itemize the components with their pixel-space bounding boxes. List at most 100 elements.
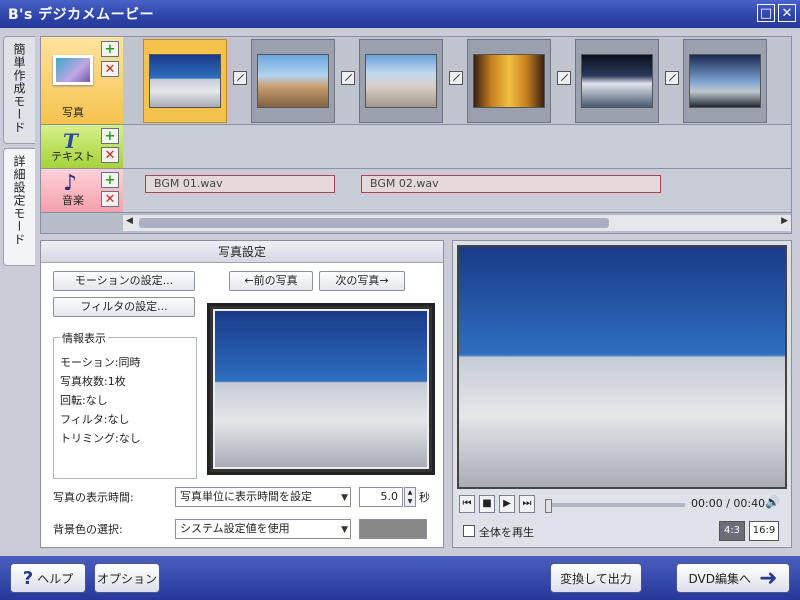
text-track[interactable] [123, 125, 791, 169]
bgm-clip[interactable]: BGM 02.wav [361, 175, 661, 193]
tab-detail-mode-label: 詳細設定モード [12, 155, 26, 246]
info-rotation: 回転:なし [60, 394, 108, 407]
mountain-hiker-image [459, 247, 785, 487]
timeline: 写真 + ✕ T テキスト + ✕ ♪ 音楽 + ✕ BGM 01.wav BG… [40, 36, 792, 234]
help-button[interactable]: ? ヘルプ [10, 563, 86, 593]
window-controls: □ ✕ [757, 4, 796, 22]
photo-thumbnail[interactable] [251, 39, 335, 123]
filter-settings-button[interactable]: フィルタの設定... [53, 297, 195, 317]
window-title: B's デジカメムービー [8, 7, 155, 23]
delete-text-button[interactable]: ✕ [101, 147, 119, 163]
skip-back-icon[interactable]: ⏮ [459, 495, 475, 513]
text-track-label: テキスト [51, 150, 95, 163]
preview-screen [457, 245, 787, 489]
photo-track-label: 写真 [62, 106, 84, 119]
text-track-header: T テキスト + ✕ [41, 125, 123, 169]
tab-simple-mode-label: 簡単作成モード [12, 43, 26, 134]
chevron-down-icon: ▼ [341, 493, 348, 503]
maximize-button[interactable]: □ [757, 4, 775, 22]
tab-detail-mode[interactable]: 詳細設定モード [3, 148, 35, 266]
mountain-hiker-image [149, 54, 221, 108]
title-bar: B's デジカメムービー □ ✕ [0, 0, 800, 28]
bg-color-select[interactable]: システム設定値を使用 ▼ [175, 519, 351, 539]
next-photo-button[interactable]: 次の写真→ [319, 271, 405, 291]
delete-music-button[interactable]: ✕ [101, 191, 119, 207]
help-icon: ? [22, 567, 34, 589]
bg-color-select-value: システム設定値を使用 [180, 522, 290, 535]
info-title: 情報表示 [60, 330, 108, 346]
photo-thumbnail[interactable] [467, 39, 551, 123]
beer-mugs-image [473, 54, 545, 108]
main-frame: 簡単作成モード 詳細設定モード 写真 + ✕ T テキスト + ✕ ♪ 音楽 +… [0, 28, 800, 556]
skip-forward-icon[interactable]: ⏭ [519, 495, 535, 513]
dvd-edit-label: DVD編集へ [688, 571, 752, 586]
dusk-silhouettes-image [689, 54, 761, 108]
bgm-clip[interactable]: BGM 01.wav [145, 175, 335, 193]
convert-output-label: 変換して出力 [560, 571, 632, 586]
transition-icon[interactable] [341, 71, 355, 85]
photo-settings-panel: 写真設定 モーションの設定... フィルタの設定... ←前の写真 次の写真→ … [40, 240, 444, 548]
group-on-summit-image [257, 54, 329, 108]
scroll-right-icon[interactable]: ▶ [781, 216, 788, 226]
chevron-down-icon: ▼ [341, 525, 348, 535]
timeline-scrollbar[interactable]: ◀ ▶ [123, 215, 791, 231]
volume-icon[interactable]: 🔊 [765, 495, 783, 513]
delete-photo-button[interactable]: ✕ [101, 61, 119, 77]
info-filter: フィルタ:なし [60, 413, 130, 426]
photo-thumbnail[interactable] [575, 39, 659, 123]
music-track-header: ♪ 音楽 + ✕ [41, 169, 123, 213]
info-motion: モーション:同時 [60, 356, 141, 369]
display-time-select[interactable]: 写真単位に表示時間を設定 ▼ [175, 487, 351, 507]
preview-player: ⏮ ■ ▶ ⏭ 00:00 / 00:40 🔊 全体を再生 4:3 16:9 [452, 240, 792, 548]
photo-thumbnail[interactable] [359, 39, 443, 123]
photo-thumbnail[interactable] [683, 39, 767, 123]
info-trimming: トリミング:なし [60, 432, 141, 445]
transition-icon[interactable] [557, 71, 571, 85]
ratio-4-3-button[interactable]: 4:3 [719, 521, 745, 541]
seek-bar[interactable] [545, 499, 685, 513]
info-photo-count: 写真枚数:1枚 [60, 375, 126, 388]
music-track: BGM 01.wav BGM 02.wav [123, 169, 791, 213]
options-button[interactable]: オプション [94, 563, 160, 593]
night-mountain-image [581, 54, 653, 108]
playback-time: 00:00 / 00:40 [691, 497, 766, 510]
transition-icon[interactable] [665, 71, 679, 85]
help-button-label: ヘルプ [37, 571, 74, 586]
play-all-checkbox[interactable] [463, 525, 475, 537]
transition-icon[interactable] [233, 71, 247, 85]
add-text-button[interactable]: + [101, 128, 119, 144]
scroll-left-icon[interactable]: ◀ [126, 216, 133, 226]
mountain-hiker-image [213, 309, 429, 469]
bg-color-swatch[interactable] [359, 519, 427, 539]
seconds-unit: 秒 [419, 491, 430, 504]
display-time-input[interactable]: 5.0 [359, 487, 403, 507]
motion-settings-button[interactable]: モーションの設定... [53, 271, 195, 291]
add-music-button[interactable]: + [101, 172, 119, 188]
display-time-stepper[interactable]: ▲ ▼ [404, 487, 416, 507]
photo-icon [53, 55, 93, 85]
add-photo-button[interactable]: + [101, 41, 119, 57]
panel-title: 写真設定 [41, 241, 443, 263]
footer-bar: ? ヘルプ オプション 変換して出力 DVD編集へ ➜ [0, 556, 800, 600]
close-button[interactable]: ✕ [778, 4, 796, 22]
photo-preview [207, 303, 435, 475]
dvd-edit-button[interactable]: DVD編集へ ➜ [676, 563, 790, 593]
arrow-right-icon: ➜ [759, 565, 778, 591]
photo-track-header: 写真 + ✕ [41, 37, 123, 125]
stop-icon[interactable]: ■ [479, 495, 495, 513]
play-all-label: 全体を再生 [479, 526, 534, 539]
previous-photo-button[interactable]: ←前の写真 [229, 271, 313, 291]
play-icon[interactable]: ▶ [499, 495, 515, 513]
options-button-label: オプション [96, 571, 157, 586]
mountain-shelter-image [365, 54, 437, 108]
music-track-label: 音楽 [62, 194, 84, 207]
transition-icon[interactable] [449, 71, 463, 85]
scrollbar-thumb[interactable] [139, 218, 609, 228]
photo-thumbnail[interactable] [143, 39, 227, 123]
convert-output-button[interactable]: 変換して出力 [550, 563, 642, 593]
ratio-16-9-button[interactable]: 16:9 [749, 521, 779, 541]
display-time-label: 写真の表示時間: [53, 491, 134, 504]
info-display: 情報表示 モーション:同時 写真枚数:1枚 回転:なし フィルタ:なし トリミン… [53, 330, 197, 479]
tab-simple-mode[interactable]: 簡単作成モード [3, 36, 35, 144]
display-time-select-value: 写真単位に表示時間を設定 [180, 490, 312, 503]
